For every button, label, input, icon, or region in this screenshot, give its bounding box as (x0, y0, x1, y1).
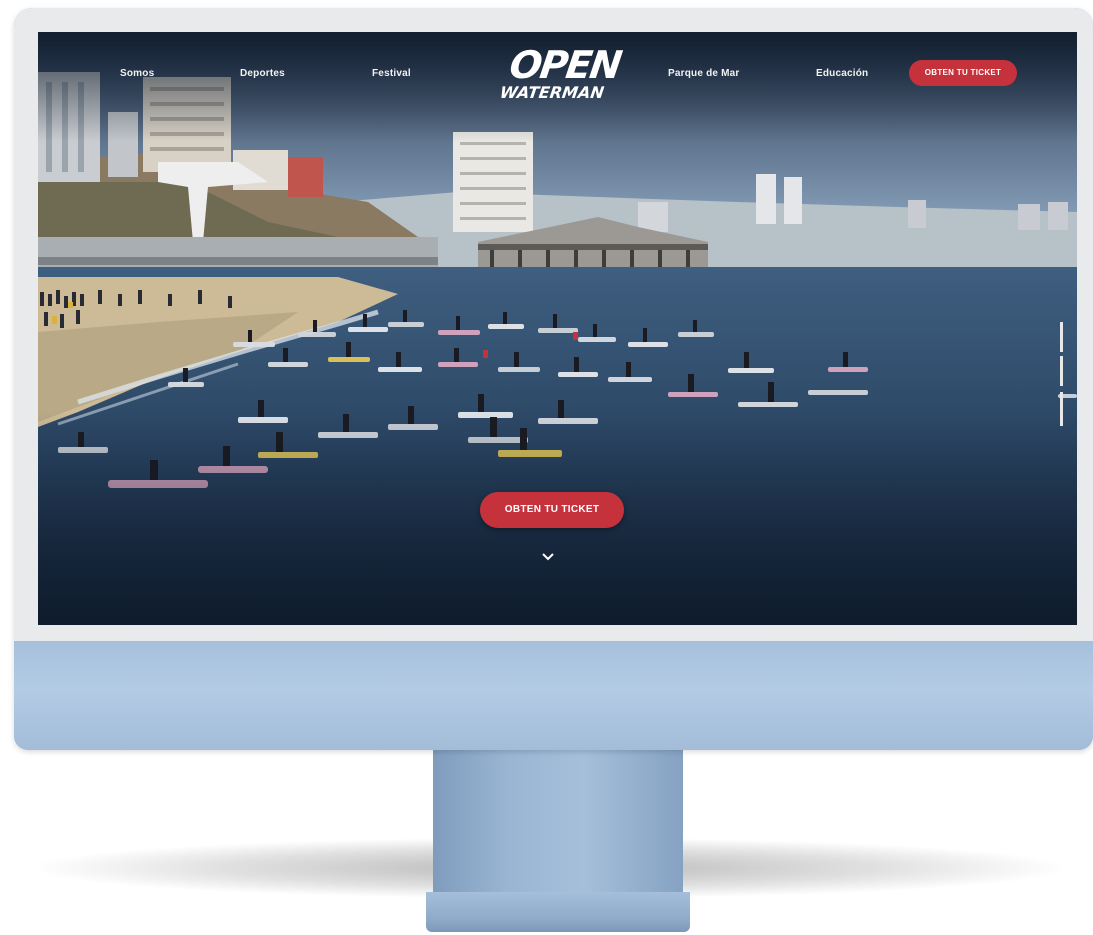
nav-link-educacion[interactable]: Educación (816, 68, 868, 79)
monitor-chin (14, 641, 1093, 750)
top-navigation: Somos Deportes Festival OPEN WATERMAN Pa… (38, 32, 1077, 122)
monitor-stand-neck (433, 750, 683, 900)
page-scrollbar[interactable] (1060, 322, 1063, 426)
nav-link-somos[interactable]: Somos (120, 68, 154, 79)
monitor: Somos Deportes Festival OPEN WATERMAN Pa… (14, 8, 1093, 750)
nav-link-parque-de-mar[interactable]: Parque de Mar (668, 68, 740, 79)
nav-ticket-button[interactable]: OBTEN TU TICKET (909, 60, 1017, 86)
chevron-down-icon[interactable] (542, 553, 558, 567)
monitor-stand-foot (426, 892, 690, 932)
nav-link-deportes[interactable]: Deportes (240, 68, 285, 79)
hero-ticket-button[interactable]: OBTEN TU TICKET (480, 492, 624, 528)
logo-text-waterman: WATERMAN (498, 83, 606, 102)
website-screen: Somos Deportes Festival OPEN WATERMAN Pa… (38, 32, 1077, 625)
open-waterman-logo[interactable]: OPEN WATERMAN (499, 43, 623, 108)
logo-text-open: OPEN (506, 43, 624, 87)
nav-link-festival[interactable]: Festival (372, 68, 411, 79)
